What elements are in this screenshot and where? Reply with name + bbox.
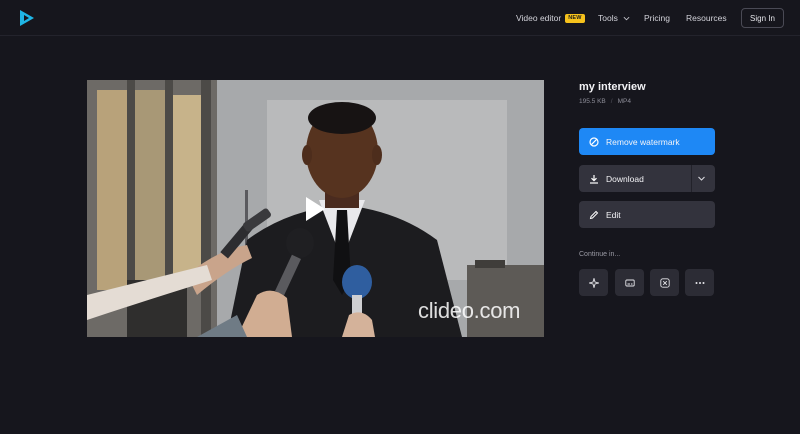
nav-resources[interactable]: Resources bbox=[686, 0, 727, 36]
file-name: my interview bbox=[579, 81, 646, 93]
remove-watermark-label: Remove watermark bbox=[606, 136, 680, 147]
nav-video-editor-label: Video editor bbox=[516, 13, 562, 23]
file-format: MP4 bbox=[617, 98, 631, 105]
new-badge: NEW bbox=[565, 13, 585, 23]
nav-pricing-label: Pricing bbox=[644, 13, 670, 23]
continue-tool-sparkle[interactable] bbox=[579, 269, 608, 296]
continue-in-label: Continue in... bbox=[579, 251, 621, 258]
sign-in-button[interactable]: Sign In bbox=[741, 8, 784, 28]
nav-pricing[interactable]: Pricing bbox=[644, 0, 670, 36]
nav-video-editor[interactable]: Video editor NEW bbox=[516, 0, 585, 36]
subtitles-icon bbox=[624, 279, 635, 286]
edit-video-icon bbox=[659, 277, 670, 288]
continue-tool-more[interactable] bbox=[685, 269, 714, 296]
nav-resources-label: Resources bbox=[686, 13, 727, 23]
download-button-group: Download bbox=[579, 165, 715, 192]
sparkle-icon bbox=[588, 277, 599, 288]
pencil-icon bbox=[589, 210, 599, 219]
play-icon[interactable] bbox=[304, 196, 326, 222]
edit-label: Edit bbox=[606, 209, 621, 220]
remove-watermark-button[interactable]: Remove watermark bbox=[579, 128, 715, 155]
download-divider bbox=[691, 165, 692, 192]
no-watermark-icon bbox=[589, 136, 599, 147]
file-meta-separator: / bbox=[610, 98, 613, 105]
more-icon bbox=[695, 281, 704, 284]
download-label[interactable]: Download bbox=[606, 174, 644, 184]
top-nav-bar: Video editor NEW Tools Pricing Resources… bbox=[0, 0, 800, 36]
nav-tools-label: Tools bbox=[598, 13, 618, 23]
file-meta: 195.5 KB / MP4 bbox=[579, 98, 631, 105]
watermark-text: clideo.com bbox=[418, 298, 521, 323]
edit-button[interactable]: Edit bbox=[579, 201, 715, 228]
continue-tool-subtitles[interactable] bbox=[615, 269, 644, 296]
chevron-down-icon[interactable] bbox=[697, 174, 706, 183]
nav-tools[interactable]: Tools bbox=[598, 0, 630, 36]
continue-tool-video-editor[interactable] bbox=[650, 269, 679, 296]
download-icon bbox=[590, 174, 598, 184]
clideo-logo-icon[interactable] bbox=[18, 9, 36, 27]
file-size: 195.5 KB bbox=[579, 98, 606, 105]
chevron-down-icon bbox=[623, 16, 630, 20]
